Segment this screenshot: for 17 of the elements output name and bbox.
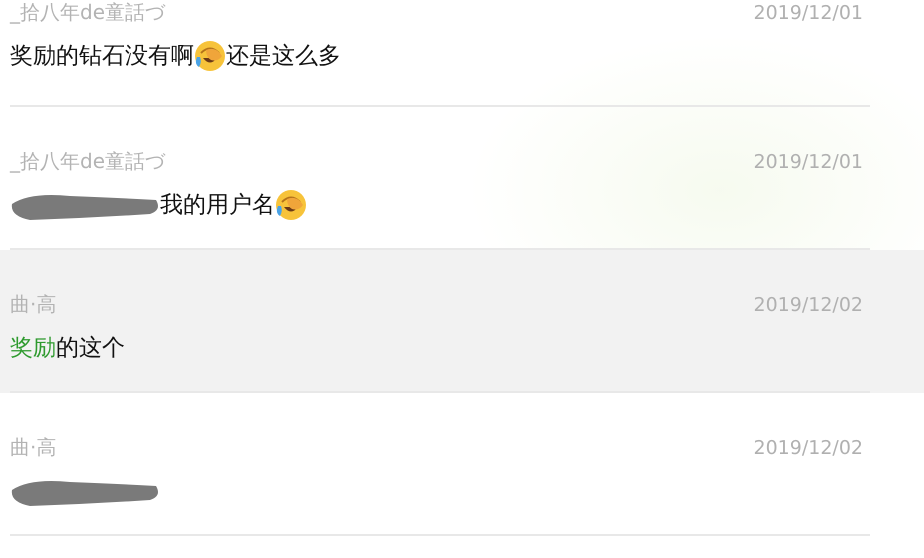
message-date: 2019/12/02 bbox=[753, 437, 863, 459]
sender-name: 曲·高 bbox=[10, 292, 56, 316]
message-text: 的这个 bbox=[56, 334, 125, 363]
highlighted-keyword: 奖励 bbox=[10, 334, 56, 363]
message-row[interactable]: _拾八年de童話づ 2019/12/01 奖励的钻石没有啊 还是这么多 bbox=[0, 0, 924, 107]
message-row[interactable]: 曲·高 2019/12/02 奖励的这个 bbox=[0, 250, 924, 393]
message-text: 我的用户名 bbox=[160, 191, 275, 220]
emoji-icon bbox=[194, 40, 226, 72]
message-date: 2019/12/01 bbox=[753, 151, 863, 173]
sender-name: _拾八年de童話づ bbox=[10, 149, 165, 173]
message-text: 还是这么多 bbox=[226, 42, 341, 71]
emoji-icon bbox=[275, 189, 307, 221]
sender-name: 曲·高 bbox=[10, 435, 56, 459]
message-text: 奖励的钻石没有啊 bbox=[10, 42, 194, 71]
message-date: 2019/12/01 bbox=[753, 2, 863, 24]
message-date: 2019/12/02 bbox=[753, 294, 863, 316]
sender-name: _拾八年de童話づ bbox=[10, 0, 165, 24]
